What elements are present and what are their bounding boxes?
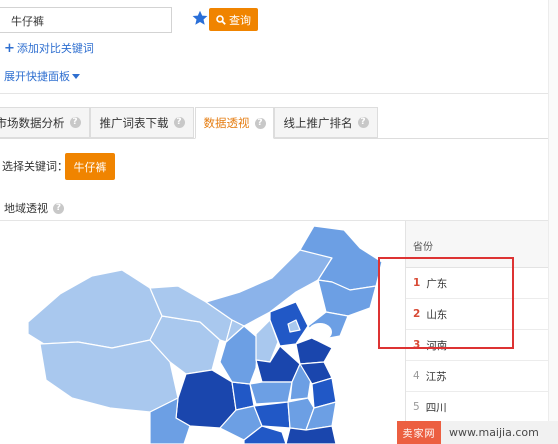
- ranking-row[interactable]: 4 江苏: [406, 361, 558, 392]
- map-region-hubei[interactable]: [249, 381, 293, 405]
- help-icon[interactable]: ?: [254, 117, 266, 129]
- query-button[interactable]: 查询: [209, 8, 258, 31]
- map-region-guangdong[interactable]: [285, 425, 337, 444]
- expand-panel-label: 展开快捷面板: [4, 70, 70, 83]
- ranking-header-label: 省份: [413, 242, 433, 253]
- map-region-shandong[interactable]: [295, 337, 333, 365]
- help-icon[interactable]: ?: [173, 117, 185, 128]
- tab-label: 市场数据分析: [0, 115, 65, 130]
- plus-icon: +: [4, 40, 15, 56]
- help-icon[interactable]: ?: [69, 117, 81, 128]
- search-icon: [216, 14, 226, 25]
- rank-number: 5: [413, 401, 420, 413]
- caret-down-icon: [72, 73, 80, 79]
- tab-market-analysis[interactable]: 市场数据分析 ?: [0, 107, 90, 138]
- select-keyword-label: 选择关键词：: [2, 160, 68, 173]
- region-view-title: 地域透视 ?: [4, 200, 64, 216]
- query-button-label: 查询: [229, 13, 251, 27]
- scrollbar[interactable]: [548, 0, 558, 444]
- tab-label: 推广词表下载: [99, 115, 169, 130]
- rank-number: 4: [413, 370, 420, 382]
- search-input-value: 牛仔裤: [11, 15, 44, 28]
- add-compare-label: 添加对比关键词: [16, 42, 94, 55]
- top3-highlight-box: [378, 257, 514, 349]
- tab-data-pivot[interactable]: 数据透视 ?: [195, 107, 274, 139]
- province-name: 四川: [425, 401, 447, 414]
- search-input[interactable]: 牛仔裤: [0, 7, 172, 33]
- watermark-logo: 卖家网: [397, 421, 441, 444]
- watermark: 卖家网 www.maijia.com: [397, 421, 558, 444]
- map-region-xinjiang[interactable]: [27, 269, 163, 349]
- help-icon[interactable]: ?: [357, 117, 369, 128]
- watermark-url: www.maijia.com: [449, 426, 539, 439]
- expand-panel-toggle[interactable]: 展开快捷面板: [4, 68, 80, 84]
- china-map: [27, 225, 383, 444]
- bohai-sea: [308, 323, 332, 341]
- ranking-row[interactable]: 5 四川: [406, 392, 558, 423]
- divider: [0, 93, 558, 94]
- add-compare-keyword-link[interactable]: + 添加对比关键词: [4, 40, 94, 56]
- star-icon[interactable]: [192, 10, 208, 26]
- keyword-chip[interactable]: 牛仔裤: [65, 153, 115, 180]
- region-view-title-text: 地域透视: [4, 202, 48, 215]
- tab-label: 数据透视: [203, 116, 250, 130]
- tab-online-ranking[interactable]: 线上推广排名 ?: [274, 107, 378, 138]
- tab-bar-baseline: [0, 138, 558, 139]
- tab-label: 线上推广排名: [283, 115, 353, 130]
- tab-bar: 市场数据分析 ? 推广词表下载 ? 数据透视 ? 线上推广排名 ?: [0, 107, 558, 139]
- help-icon[interactable]: ?: [53, 202, 64, 214]
- tab-keyword-download[interactable]: 推广词表下载 ?: [90, 107, 194, 138]
- map-region-tibet[interactable]: [39, 339, 179, 413]
- province-name: 江苏: [425, 370, 447, 383]
